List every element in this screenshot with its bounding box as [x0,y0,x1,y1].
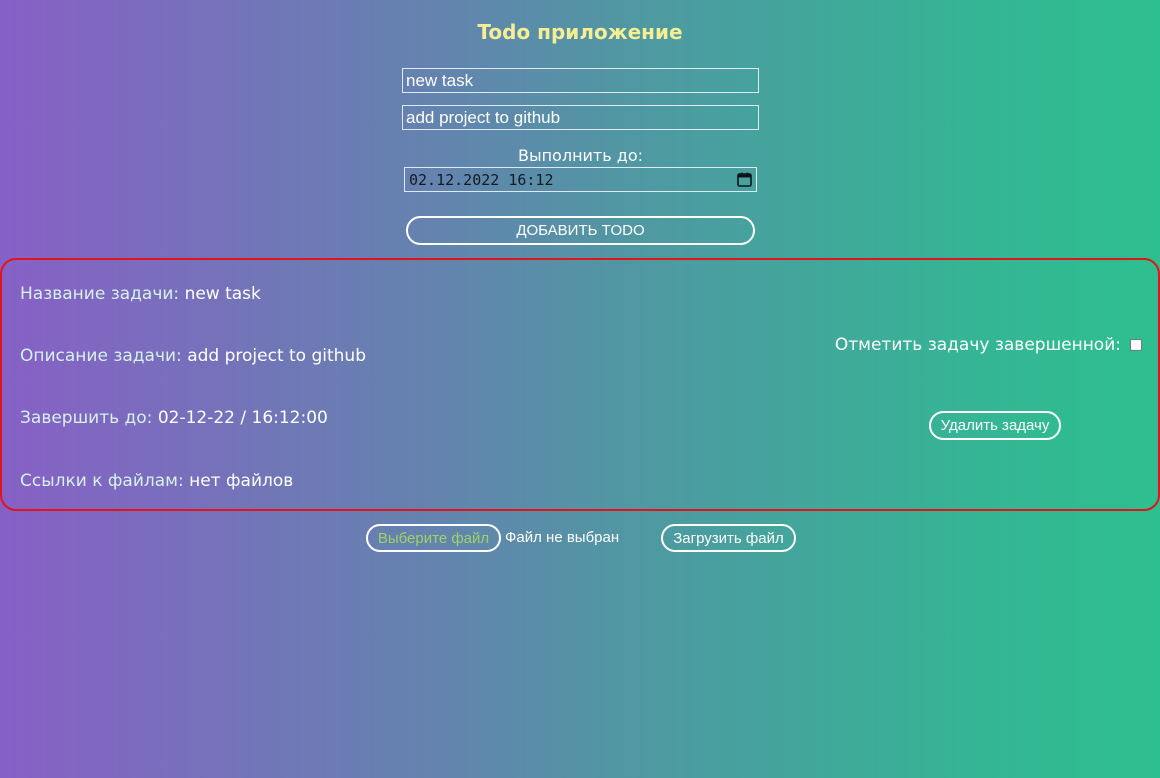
task-files-row: Ссылки к файлам: нет файлов [20,471,293,491]
calendar-icon[interactable] [737,172,752,187]
task-description-row: Описание задачи: add project to github [20,346,366,366]
task-description-value: add project to github [187,346,367,366]
complete-task-label: Отметить задачу завершенной: [834,335,1121,355]
task-name-value: new task [184,284,261,304]
task-due-value: 02-12-22 / 16:12:00 [157,408,328,428]
no-file-chosen-text: Файл не выбран [505,529,620,546]
task-card: Название задачи: new task Описание задач… [0,258,1160,511]
task-name-row: Название задачи: new task [20,284,261,304]
task-due-label: Завершить до: [20,408,153,428]
complete-task-checkbox[interactable] [1130,339,1142,351]
task-name-label: Название задачи: [20,284,180,304]
app-title: Todo приложение [477,20,683,44]
task-due-row: Завершить до: 02-12-22 / 16:12:00 [20,408,328,428]
task-title-input[interactable] [402,68,759,93]
deadline-datetime-input[interactable]: 02.12.2022 16:12 [404,167,757,192]
deadline-value: 02.12.2022 16:12 [409,170,554,189]
deadline-label: Выполнить до: [517,146,644,165]
upload-file-button[interactable]: Загрузить файл [661,524,796,552]
delete-task-button[interactable]: Удалить задачу [929,411,1061,440]
task-description-input[interactable] [402,105,759,130]
add-todo-button[interactable]: ДОБАВИТЬ TODO [406,216,755,245]
task-description-label: Описание задачи: [20,346,182,366]
complete-task-control: Отметить задачу завершенной: [835,335,1142,355]
task-files-label: Ссылки к файлам: [20,471,184,491]
choose-file-button[interactable]: Выберите файл [366,524,501,552]
task-files-value: нет файлов [189,471,294,491]
